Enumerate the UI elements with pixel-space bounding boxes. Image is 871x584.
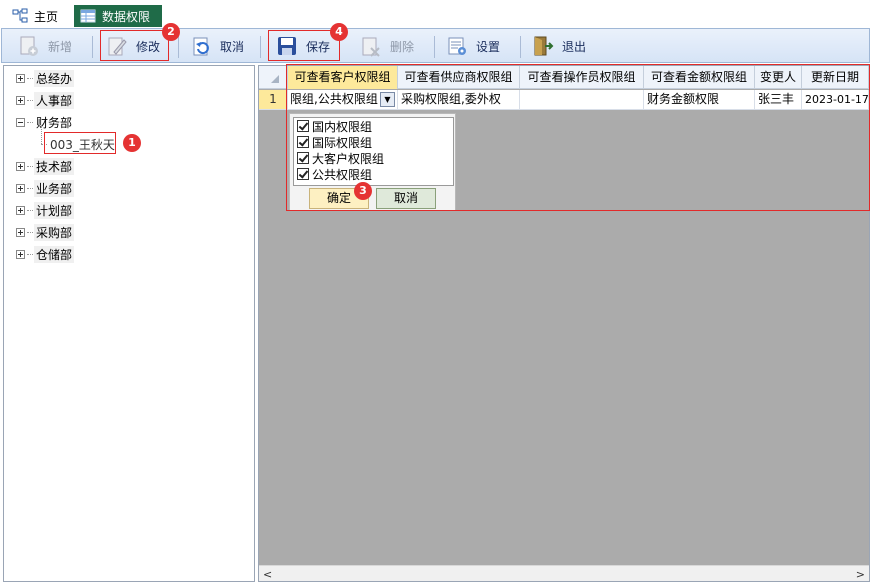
highlight-edit <box>100 30 169 61</box>
tree-node-label: 人事部 <box>34 91 75 109</box>
expand-icon[interactable] <box>16 205 25 215</box>
delete-label: 删除 <box>390 39 415 54</box>
delete-icon <box>360 35 382 57</box>
tab-data-permission[interactable]: 数据权限 <box>74 5 162 27</box>
table-icon <box>80 8 96 24</box>
exit-button[interactable]: 退出 <box>532 31 586 61</box>
cancel-label: 取消 <box>220 39 245 54</box>
grid-corner[interactable] <box>259 66 288 89</box>
tree-node-hr[interactable]: 人事部 <box>16 91 75 109</box>
tree-node-planning[interactable]: 计划部 <box>16 201 75 219</box>
delete-button[interactable]: 删除 <box>360 31 414 61</box>
exit-label: 退出 <box>562 39 587 54</box>
add-label: 新增 <box>48 39 73 54</box>
highlight-grid-editor <box>286 64 870 211</box>
tab-bar: 主页 数据权限 <box>0 0 871 28</box>
tab-active-label: 数据权限 <box>102 9 151 24</box>
tab-home-label: 主页 <box>34 9 59 24</box>
expand-icon[interactable] <box>16 183 25 193</box>
toolbar-separator <box>178 36 179 58</box>
tree-node-label: 总经办 <box>34 69 75 87</box>
sitemap-icon <box>12 8 28 24</box>
toolbar-separator <box>520 36 521 58</box>
toolbar-separator <box>434 36 435 58</box>
step-badge-4: 4 <box>330 23 348 41</box>
expand-icon[interactable] <box>16 95 25 105</box>
tree-connector <box>41 126 42 144</box>
tree-node-label: 计划部 <box>34 201 75 219</box>
tree-node-label: 仓储部 <box>34 245 75 263</box>
tree-node-label: 采购部 <box>34 223 75 241</box>
step-badge-3: 3 <box>354 182 372 200</box>
highlight-save <box>268 30 340 61</box>
settings-button[interactable]: 设置 <box>446 31 500 61</box>
settings-label: 设置 <box>476 39 501 54</box>
tree-node-label: 技术部 <box>34 157 75 175</box>
expand-icon[interactable] <box>16 249 25 259</box>
tree-node-label: 财务部 <box>34 113 75 131</box>
tree-node-general-office[interactable]: 总经办 <box>16 69 75 87</box>
scroll-left-icon[interactable]: < <box>263 568 272 581</box>
add-button[interactable]: 新增 <box>18 31 72 61</box>
exit-door-icon <box>532 35 554 57</box>
tree-node-finance[interactable]: 财务部 <box>16 113 75 131</box>
tree-node-warehouse[interactable]: 仓储部 <box>16 245 75 263</box>
expand-icon[interactable] <box>16 227 25 237</box>
collapse-icon[interactable] <box>16 117 25 127</box>
settings-icon <box>446 35 468 57</box>
expand-icon[interactable] <box>16 161 25 171</box>
tree-node-business[interactable]: 业务部 <box>16 179 75 197</box>
horizontal-scrollbar[interactable]: < > <box>259 565 869 581</box>
toolbar-separator <box>260 36 261 58</box>
step-badge-1: 1 <box>123 134 141 152</box>
highlight-employee <box>44 132 116 154</box>
step-badge-2: 2 <box>162 23 180 41</box>
expand-icon[interactable] <box>16 73 25 83</box>
add-icon <box>18 35 40 57</box>
scroll-right-icon[interactable]: > <box>856 568 865 581</box>
cancel-button[interactable]: 取消 <box>190 31 244 61</box>
tree-node-tech[interactable]: 技术部 <box>16 157 75 175</box>
tab-home[interactable]: 主页 <box>6 5 66 27</box>
tree-node-purchasing[interactable]: 采购部 <box>16 223 75 241</box>
tree-node-label: 业务部 <box>34 179 75 197</box>
row-number: 1 <box>259 90 288 110</box>
undo-icon <box>190 35 212 57</box>
toolbar-separator <box>92 36 93 58</box>
